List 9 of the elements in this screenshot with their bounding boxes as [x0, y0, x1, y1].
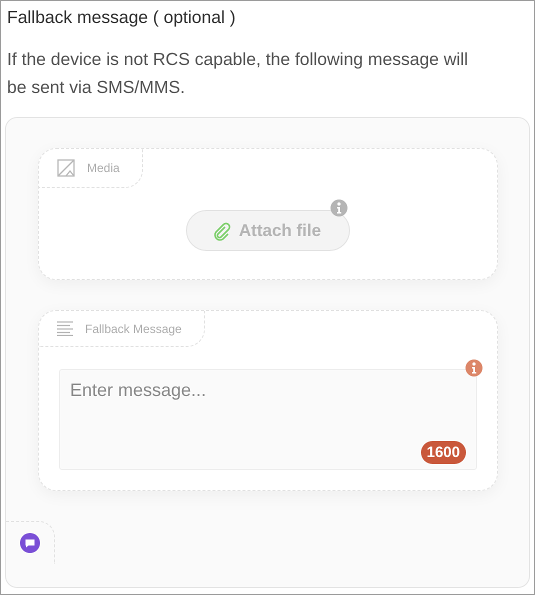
card-label: Media	[87, 161, 120, 175]
text-lines-icon	[57, 321, 73, 336]
description-text: If the device is not RCS capable, the following message will be sent via SMS/MMS.	[7, 48, 470, 99]
chat-icon[interactable]	[20, 533, 40, 553]
section-title: Fallback message ( optional )	[7, 7, 237, 28]
attach-file-button[interactable]: Attach file	[186, 210, 350, 251]
card-label: Fallback Message	[85, 322, 182, 336]
info-icon	[330, 199, 348, 217]
image-off-icon	[57, 159, 75, 177]
